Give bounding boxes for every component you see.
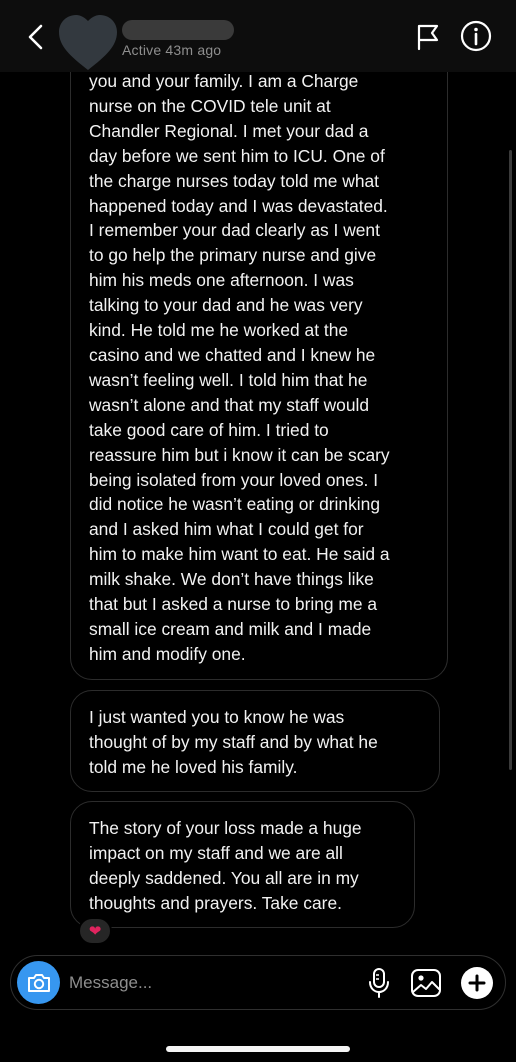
message-line: wasn’t feeling well. I told him that he — [89, 369, 368, 390]
message-line: nurse on the COVID tele unit at — [89, 95, 331, 116]
message-bubble[interactable]: you and your family. I am a Charge nurse… — [70, 0, 448, 680]
message-line: kind. He told me he worked at the — [89, 320, 349, 341]
message-line: thought of by my staff and by what he — [89, 731, 378, 752]
message-line: wasn’t alone and that my staff would — [89, 394, 370, 415]
message-line: I remember your dad clearly as I went — [89, 220, 380, 241]
avatar[interactable] — [56, 12, 120, 72]
message-line: milk shake. We don’t have things like — [89, 569, 374, 590]
message-line: impact on my staff and we are all — [89, 842, 343, 863]
message-line: take good care of him. I tried to — [89, 419, 329, 440]
message-bubble[interactable]: The story of your loss made a huge impac… — [70, 801, 415, 928]
message-line: The story of your loss made a huge — [89, 818, 362, 838]
message-composer — [10, 955, 506, 1010]
message-line: small ice cream and milk and I made — [89, 618, 372, 639]
heart-reaction-icon[interactable]: ❤ — [78, 917, 112, 945]
plus-icon — [468, 974, 486, 992]
message-bubble[interactable]: I just wanted you to know he was thought… — [70, 690, 440, 792]
info-icon[interactable] — [460, 20, 492, 52]
chevron-left-icon[interactable] — [22, 22, 50, 52]
message-line: being isolated from your loved ones. I — [89, 469, 379, 490]
message-line: him to make him want to eat. He said a — [89, 544, 390, 565]
message-line: that but I asked a nurse to bring me a — [89, 594, 378, 615]
message-line: thoughts and prayers. Take care. — [89, 892, 342, 913]
home-indicator[interactable] — [166, 1046, 350, 1052]
add-button[interactable] — [461, 967, 493, 999]
message-line: deeply saddened. You all are in my — [89, 867, 359, 888]
message-line: the charge nurses today told me what — [89, 170, 380, 191]
message-line: to go help the primary nurse and give — [89, 245, 377, 266]
message-line: him and modify one. — [89, 643, 246, 664]
contact-name-redacted[interactable] — [122, 20, 234, 40]
microphone-icon[interactable] — [368, 967, 390, 999]
message-line: casino and we chatted and I knew he — [89, 344, 376, 365]
flag-icon[interactable] — [414, 22, 442, 52]
camera-icon — [27, 973, 50, 992]
gallery-icon[interactable] — [410, 968, 442, 998]
scrollbar[interactable] — [509, 150, 512, 770]
camera-button[interactable] — [17, 961, 60, 1004]
message-line: I just wanted you to know he was — [89, 707, 345, 727]
message-input[interactable] — [69, 968, 349, 998]
message-line: told me he loved his family. — [89, 756, 298, 777]
message-line: day before we sent him to ICU. One of — [89, 145, 385, 166]
message-line: reassure him but i know it can be scary — [89, 444, 390, 465]
message-line: did notice he wasn’t eating or drinking — [89, 494, 380, 515]
message-line: him his meds one afternoon. I was — [89, 270, 354, 291]
message-line: Chandler Regional. I met your dad a — [89, 120, 369, 141]
message-line: and I asked him what I could get for — [89, 519, 364, 540]
message-line: happened today and I was devastated. — [89, 195, 388, 216]
message-line: you and your family. I am a Charge — [89, 71, 359, 91]
active-status: Active 43m ago — [122, 42, 222, 58]
message-line: talking to your dad and he was very — [89, 295, 363, 316]
chat-header: Active 43m ago — [0, 0, 516, 72]
